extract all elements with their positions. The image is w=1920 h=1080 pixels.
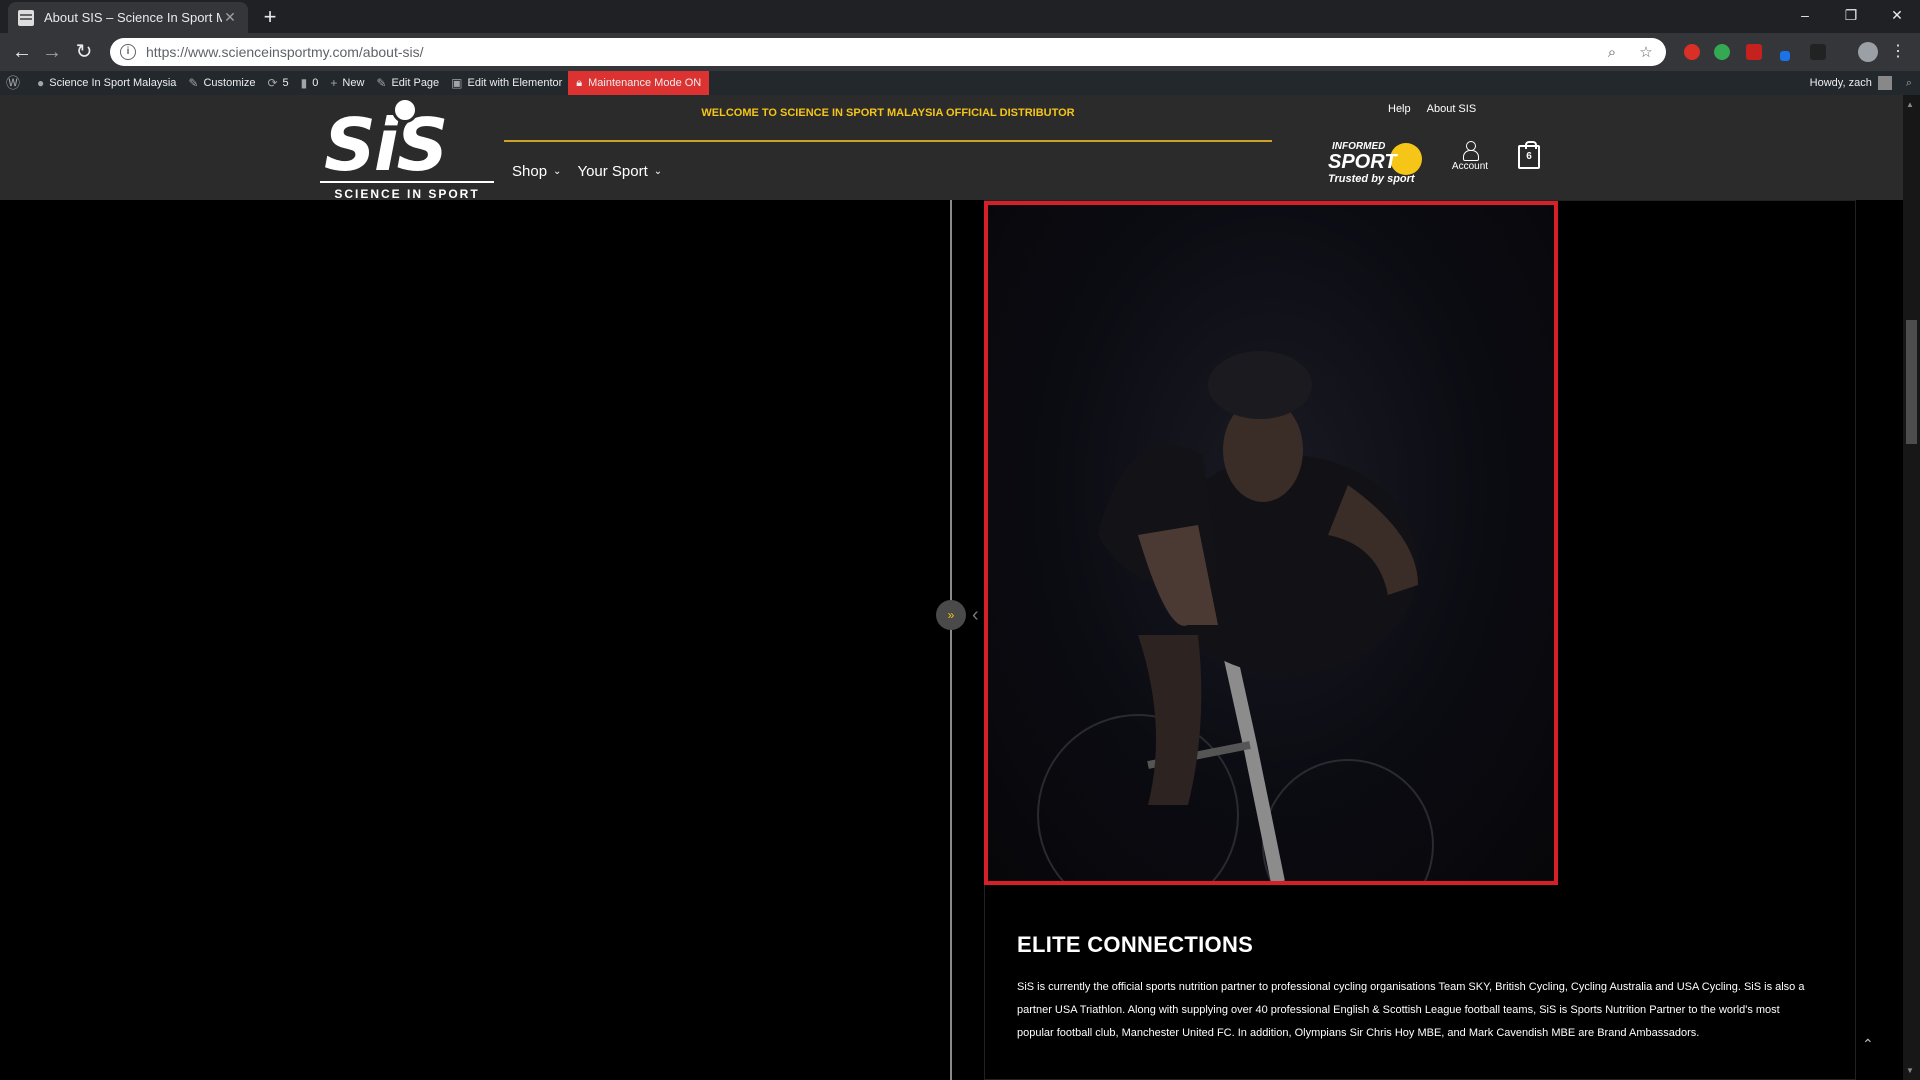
chevron-down-icon: ⌄	[553, 166, 562, 177]
admin-howdy[interactable]: Howdy, zach	[1810, 77, 1872, 89]
user-icon	[1463, 141, 1479, 161]
admin-new[interactable]: + New	[324, 71, 370, 95]
pencil-icon: ✎	[376, 76, 387, 90]
admin-edit-page[interactable]: ✎ Edit Page	[370, 71, 445, 95]
elementor-icon: ▣	[451, 76, 463, 90]
admin-updates[interactable]: ⟳ 5	[261, 71, 294, 95]
wordpress-logo-icon[interactable]: Ⓦ	[0, 71, 31, 95]
main-nav: Shop ⌄ Your Sport ⌄	[512, 163, 662, 180]
site-info-icon[interactable]: i	[120, 44, 136, 60]
timeline-pointer-icon: ‹	[972, 604, 979, 626]
plus-icon: +	[330, 76, 338, 90]
dashboard-icon: ●	[37, 76, 45, 90]
admin-search-icon[interactable]: ⌕	[1906, 77, 1912, 90]
browser-menu-icon[interactable]: ⋮	[1886, 40, 1910, 64]
close-window-button[interactable]: ✕	[1874, 0, 1920, 30]
reload-icon[interactable]: ↻	[72, 40, 96, 64]
back-arrow-icon[interactable]: ←	[10, 40, 34, 64]
admin-customize[interactable]: ✎ Customize	[182, 71, 261, 95]
logo-divider	[320, 181, 494, 183]
updates-icon: ⟳	[267, 76, 278, 90]
browser-toolbar: ← → ↻ i https://www.scienceinsportmy.com…	[0, 33, 1920, 71]
help-link[interactable]: Help	[1388, 103, 1411, 115]
profile-avatar-icon[interactable]	[1858, 42, 1878, 62]
extension-globe-icon[interactable]	[1714, 44, 1730, 60]
admin-site-name[interactable]: ● Science In Sport Malaysia	[31, 71, 182, 95]
cart-button[interactable]: 6	[1518, 141, 1540, 169]
selection-highlight	[984, 201, 1558, 885]
page-scrollbar[interactable]	[1903, 95, 1920, 1080]
comment-icon: ▮	[300, 76, 308, 90]
extension-red-icon[interactable]	[1746, 44, 1762, 60]
account-button[interactable]: Account	[1448, 141, 1492, 172]
scrollbar-thumb[interactable]	[1906, 320, 1917, 444]
new-tab-button[interactable]: +	[258, 6, 282, 30]
browser-tab-strip: About SIS – Science In Sport Mal ✕ + – ❐…	[0, 0, 1920, 33]
extension-shield-icon[interactable]	[1684, 44, 1700, 60]
chevron-down-icon: ⌄	[653, 166, 663, 177]
user-avatar-icon[interactable]	[1877, 76, 1892, 90]
card-heading: ELITE CONNECTIONS	[1017, 932, 1254, 957]
forward-arrow-icon[interactable]: →	[40, 40, 64, 64]
site-header: SiS SCIENCE IN SPORT WELCOME TO SCIENCE …	[0, 95, 1903, 201]
admin-comments[interactable]: ▮ 0	[295, 71, 325, 95]
browser-tab[interactable]: About SIS – Science In Sport Mal ✕	[8, 2, 248, 33]
admin-edit-elementor[interactable]: ▣ Edit with Elementor	[445, 71, 568, 95]
address-bar[interactable]: i https://www.scienceinsportmy.com/about…	[110, 38, 1666, 66]
back-to-top-icon[interactable]: ⌃	[1862, 1036, 1874, 1053]
timeline-chevron-icon: »	[936, 600, 966, 630]
sis-logo[interactable]: SiS SCIENCE IN SPORT	[320, 97, 494, 201]
nav-shop[interactable]: Shop ⌄	[512, 163, 561, 180]
tab-title: About SIS – Science In Sport Mal	[44, 10, 222, 25]
zoom-icon[interactable]: ⌕	[1602, 44, 1622, 61]
nav-your-sport[interactable]: Your Sport ⌄	[577, 163, 662, 180]
scroll-down-icon[interactable]: ▼	[1906, 1066, 1914, 1075]
wp-admin-bar: Ⓦ ● Science In Sport Malaysia ✎ Customize …	[0, 71, 1920, 95]
about-sis-link[interactable]: About SIS	[1427, 103, 1477, 115]
card-body: SiS is currently the official sports nut…	[1017, 981, 1805, 1039]
restore-button[interactable]: ❐	[1828, 0, 1874, 30]
extension-blue-icon[interactable]	[1780, 51, 1790, 61]
top-links: Help About SIS	[1388, 103, 1476, 115]
url-text[interactable]: https://www.scienceinsportmy.com/about-s…	[146, 44, 1588, 60]
cart-count: 6	[1526, 151, 1532, 162]
bookmark-star-icon[interactable]: ☆	[1636, 43, 1656, 61]
runner-icon	[392, 97, 418, 123]
maintenance-mode-badge[interactable]: 🔒︎ Maintenance Mode ON	[568, 71, 710, 95]
scroll-up-icon[interactable]: ▲	[1906, 100, 1914, 109]
minimize-button[interactable]: –	[1782, 0, 1828, 30]
informed-sport-logo[interactable]: INFORMED SPORT Trusted by sport	[1326, 139, 1426, 187]
brush-icon: ✎	[188, 76, 199, 90]
tab-close-icon[interactable]: ✕	[222, 9, 238, 26]
page-favicon-icon	[18, 9, 34, 26]
header-divider	[504, 140, 1272, 142]
lock-icon: 🔒︎	[576, 76, 583, 89]
timeline-section: » ‹ ELITE CONNECTIONS SiS is currently t…	[0, 200, 1903, 1080]
welcome-banner: WELCOME TO SCIENCE IN SPORT MALAYSIA OFF…	[701, 107, 1075, 119]
extension-dark-icon[interactable]	[1810, 44, 1826, 60]
timeline-line	[950, 200, 952, 1080]
